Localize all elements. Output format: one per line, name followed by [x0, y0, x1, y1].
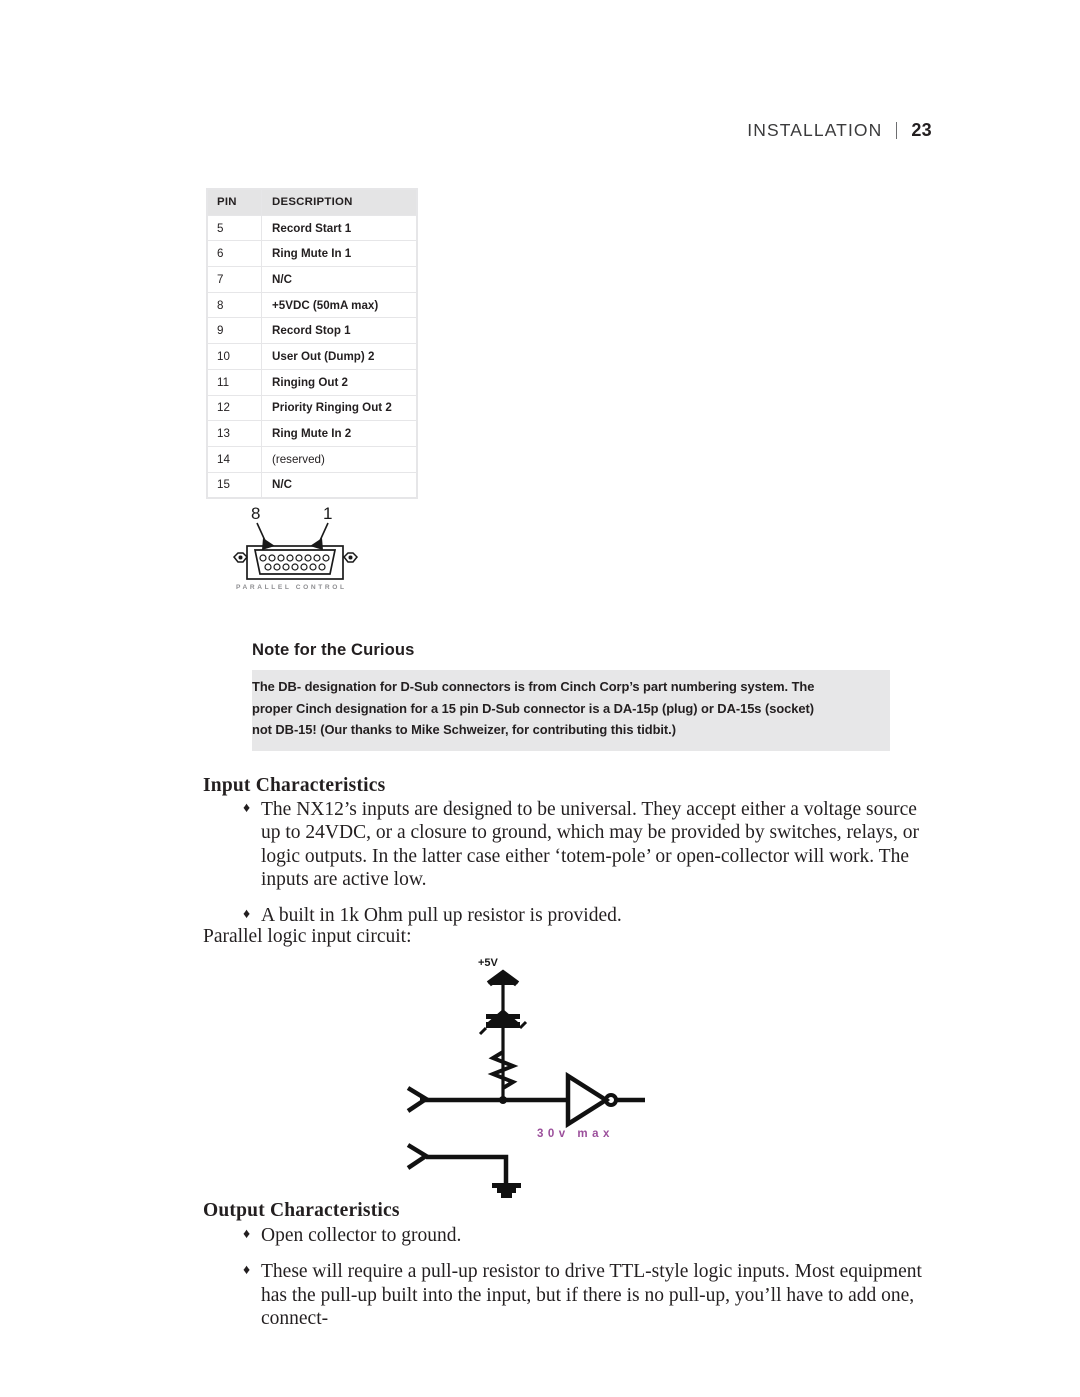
- list-item: ♦ These will require a pull-up resistor …: [243, 1260, 923, 1330]
- cell-pin: 6: [207, 240, 262, 268]
- table-row: 10 User Out (Dump) 2: [207, 343, 417, 370]
- diamond-bullet-icon: ♦: [243, 1227, 251, 1242]
- parallel-logic-input-circuit-figure: +5V 30v max: [400, 952, 650, 1200]
- diamond-bullet-icon: ♦: [243, 1263, 251, 1279]
- cell-description: +5VDC (50mA max): [261, 291, 417, 319]
- list-item: ♦ The NX12’s inputs are designed to be u…: [243, 798, 923, 891]
- max-voltage-label: 30v max: [537, 1128, 614, 1140]
- cell-pin: 12: [207, 394, 262, 422]
- diamond-bullet-icon: ♦: [243, 907, 251, 923]
- column-header-description: DESCRIPTION: [261, 189, 417, 216]
- output-characteristics-heading: Output Characteristics: [203, 1200, 400, 1221]
- table-row: 5 Record Start 1: [207, 214, 417, 242]
- connector-pin-row-top: [259, 554, 330, 562]
- list-item-text: The NX12’s inputs are designed to be uni…: [261, 799, 919, 890]
- output-characteristics-list: ♦ Open collector to ground. ♦ These will…: [243, 1224, 923, 1343]
- cell-description: Ringing Out 2: [261, 368, 417, 396]
- table-row: 11 Ringing Out 2: [207, 368, 417, 396]
- inverter-gate-icon: [565, 1071, 645, 1129]
- cell-description: Record Start 1: [261, 214, 417, 242]
- db15-connector-figure: 8 1 PARALLEL CONTROL: [225, 502, 395, 602]
- cell-description: (reserved): [261, 445, 417, 473]
- jackscrew-left-icon: [232, 552, 249, 563]
- table-row: 9 Record Stop 1: [207, 317, 417, 345]
- cell-pin: 10: [207, 343, 262, 370]
- header-divider: [896, 122, 898, 139]
- table-header-row: PIN DESCRIPTION: [207, 189, 417, 216]
- note-line: not DB-15! (Our thanks to Mike Schweizer…: [252, 722, 676, 737]
- note-line: The DB- designation for D-Sub connectors…: [252, 679, 815, 694]
- cell-description: Priority Ringing Out 2: [261, 394, 417, 422]
- cell-description: N/C: [261, 266, 417, 293]
- page-number: 23: [911, 120, 932, 140]
- list-item-text: A built in 1k Ohm pull up resistor is pr…: [261, 905, 622, 927]
- table-row: 8 +5VDC (50mA max): [207, 291, 417, 319]
- column-header-pin: PIN: [207, 189, 262, 216]
- list-item-text: These will require a pull-up resistor to…: [261, 1261, 922, 1329]
- table-row: 6 Ring Mute In 1: [207, 240, 417, 268]
- page-running-header: INSTALLATION 23: [747, 120, 932, 141]
- table-row: 15 N/C: [207, 471, 417, 499]
- cell-pin: 13: [207, 420, 262, 447]
- note-callout-box: The DB- designation for D-Sub connectors…: [252, 670, 890, 751]
- cell-pin: 7: [207, 266, 262, 293]
- circuit-schematic-drawing: +5V 30v max: [406, 957, 645, 1198]
- cell-description: Ring Mute In 2: [261, 420, 417, 447]
- junction-node: [499, 1096, 507, 1104]
- table-header: PIN DESCRIPTION: [207, 189, 417, 216]
- connector-pin-row-bottom: [264, 563, 326, 571]
- connector-pin1-label: 1: [323, 504, 332, 523]
- note-heading: Note for the Curious: [252, 640, 415, 659]
- cell-pin: 8: [207, 291, 262, 319]
- table-row: 13 Ring Mute In 2: [207, 420, 417, 447]
- cell-pin: 11: [207, 368, 262, 396]
- list-item-text: Open collector to ground.: [261, 1225, 462, 1246]
- connector-pin8-label: 8: [251, 504, 260, 523]
- input-terminal-lower-icon: [406, 1143, 431, 1170]
- parallel-logic-caption: Parallel logic input circuit:: [203, 926, 412, 947]
- cell-description: N/C: [261, 471, 417, 499]
- table-row: 14 (reserved): [207, 445, 417, 473]
- input-characteristics-list: ♦ The NX12’s inputs are designed to be u…: [243, 798, 923, 940]
- table-row: 12 Priority Ringing Out 2: [207, 394, 417, 422]
- note-line: proper Cinch designation for a 15 pin D-…: [252, 700, 814, 716]
- cell-pin: 9: [207, 317, 262, 345]
- cell-pin: 15: [207, 471, 262, 499]
- cell-description: Record Stop 1: [261, 317, 417, 345]
- list-item: ♦ Open collector to ground.: [243, 1224, 923, 1247]
- table-body: 5 Record Start 1 6 Ring Mute In 1 7 N/C …: [207, 214, 417, 499]
- supply-voltage-label: +5V: [478, 957, 499, 969]
- cell-pin: 5: [207, 214, 262, 242]
- ground-symbol-icon: [492, 1183, 521, 1198]
- input-terminal-upper-icon: [406, 1086, 431, 1113]
- pin-assignment-table: PIN DESCRIPTION 5 Record Start 1 6 Ring …: [207, 189, 417, 499]
- jackscrew-right-icon: [342, 552, 359, 563]
- header-section-title: INSTALLATION: [747, 120, 883, 140]
- cell-description: Ring Mute In 1: [261, 240, 417, 268]
- db15-connector-drawing: 8 1 PARALLEL CONTROL: [232, 504, 359, 591]
- cell-description: User Out (Dump) 2: [261, 343, 417, 370]
- diamond-bullet-icon: ♦: [243, 801, 251, 816]
- connector-caption: PARALLEL CONTROL: [236, 584, 347, 591]
- list-item: ♦ A built in 1k Ohm pull up resistor is …: [243, 904, 923, 927]
- cell-pin: 14: [207, 445, 262, 473]
- input-characteristics-heading: Input Characteristics: [203, 775, 386, 796]
- table-row: 7 N/C: [207, 266, 417, 293]
